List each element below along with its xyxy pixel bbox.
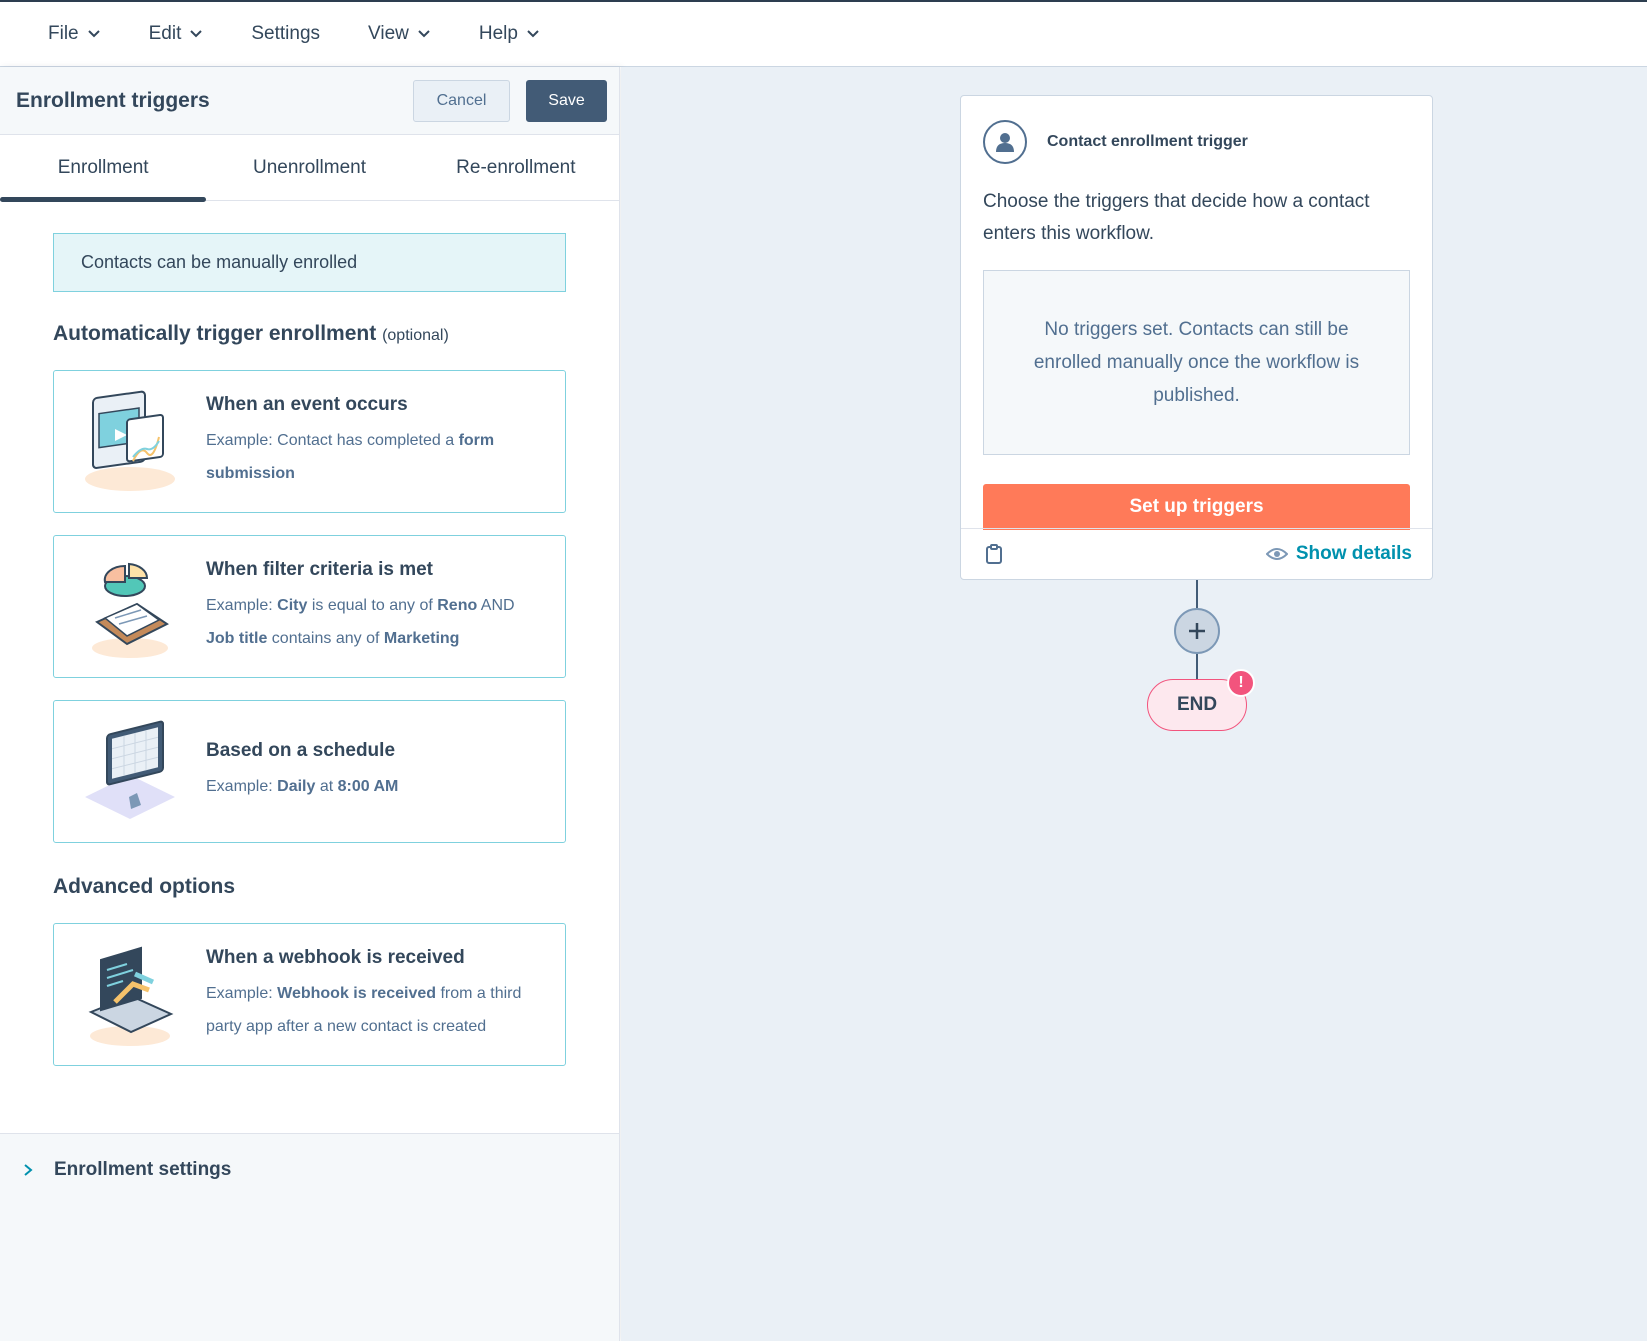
enrollment-settings-label: Enrollment settings <box>54 1159 232 1180</box>
card-title: Based on a schedule <box>206 740 396 761</box>
connector-line <box>1196 580 1198 608</box>
trigger-card-filter[interactable]: When filter criteria is met Example: Cit… <box>53 535 566 678</box>
enrollment-panel: Enrollment triggers Cancel Save Enrollme… <box>0 67 620 1341</box>
menu-settings[interactable]: Settings <box>251 23 320 45</box>
chevron-down-icon <box>527 30 539 38</box>
manual-enroll-notice: Contacts can be manually enrolled <box>53 233 566 292</box>
webhook-illustration-icon <box>54 923 206 1066</box>
no-triggers-message: No triggers set. Contacts can still be e… <box>983 270 1410 455</box>
card-description: Example: Webhook is received from a thir… <box>206 984 522 1035</box>
card-text: When a webhook is received Example: Webh… <box>206 947 565 1043</box>
trigger-card-description: Choose the triggers that decide how a co… <box>983 191 1370 244</box>
trigger-card-footer: Show details <box>961 528 1432 579</box>
filter-illustration-icon <box>54 535 206 678</box>
plus-icon <box>1189 623 1205 639</box>
enrollment-settings-section: Enrollment settings <box>0 1133 619 1341</box>
workflow-canvas: Contact enrollment trigger Choose the tr… <box>621 67 1647 1341</box>
contact-icon <box>983 120 1027 164</box>
schedule-illustration-icon <box>54 700 206 843</box>
card-text: When an event occurs Example: Contact ha… <box>206 394 565 490</box>
chevron-down-icon <box>87 30 100 38</box>
menu-file-label: File <box>48 23 79 44</box>
menu-edit-label: Edit <box>148 23 182 44</box>
show-details-link[interactable]: Show details <box>1265 543 1412 565</box>
trigger-card-title: Contact enrollment trigger <box>1047 133 1248 150</box>
save-button[interactable]: Save <box>526 79 607 122</box>
panel-header: Enrollment triggers Cancel Save <box>0 67 619 135</box>
menubar: File Edit Settings View Help <box>0 2 1647 67</box>
menu-edit[interactable]: Edit <box>149 23 204 45</box>
tab-enrollment[interactable]: Enrollment <box>0 135 207 202</box>
optional-label: (optional) <box>382 327 449 344</box>
card-description: Example: Contact has completed a form su… <box>206 431 495 482</box>
advanced-options-heading: Advanced options <box>53 875 236 898</box>
set-up-triggers-button[interactable]: Set up triggers <box>983 484 1410 530</box>
menu-file[interactable]: File <box>48 23 101 45</box>
menu-settings-label: Settings <box>251 23 321 44</box>
trigger-card-webhook[interactable]: When a webhook is received Example: Webh… <box>53 923 566 1066</box>
trigger-card-event[interactable]: When an event occurs Example: Contact ha… <box>53 370 566 513</box>
clipboard-icon[interactable] <box>985 543 1003 565</box>
chevron-down-icon <box>418 30 430 38</box>
connector-line <box>1196 654 1198 679</box>
card-title: When a webhook is received <box>206 946 465 968</box>
show-details-label: Show details <box>1295 543 1412 564</box>
trigger-card-list: When an event occurs Example: Contact ha… <box>53 370 566 843</box>
tab-unenrollment[interactable]: Unenrollment <box>206 135 412 200</box>
menu-view[interactable]: View <box>368 23 431 45</box>
enrollment-settings-toggle[interactable]: Enrollment settings <box>0 1134 619 1206</box>
chevron-right-icon <box>24 1164 33 1176</box>
card-title: When filter criteria is met <box>206 558 434 580</box>
tab-re-enrollment[interactable]: Re-enrollment <box>413 135 619 200</box>
cancel-button[interactable]: Cancel <box>413 79 510 122</box>
contact-enrollment-trigger-card[interactable]: Contact enrollment trigger Choose the tr… <box>960 95 1433 580</box>
panel-body: Contacts can be manually enrolled Automa… <box>0 201 619 1066</box>
trigger-card-header: Contact enrollment trigger <box>961 96 1432 164</box>
menu-help-label: Help <box>478 23 518 44</box>
alert-icon: ! <box>1227 669 1255 697</box>
card-text: Based on a schedule Example: Daily at 8:… <box>206 740 565 803</box>
menu-view-label: View <box>368 23 409 44</box>
card-text: When filter criteria is met Example: Cit… <box>206 559 565 655</box>
panel-title: Enrollment triggers <box>16 88 210 112</box>
tab-bar: Enrollment Unenrollment Re-enrollment <box>0 135 619 202</box>
eye-icon <box>1265 548 1288 560</box>
card-description: Example: City is equal to any of Reno AN… <box>206 596 515 647</box>
add-action-button[interactable] <box>1174 608 1220 654</box>
chevron-down-icon <box>190 30 203 38</box>
event-illustration-icon <box>54 370 206 513</box>
card-title: When an event occurs <box>206 393 408 415</box>
menu-help[interactable]: Help <box>479 23 540 45</box>
card-description: Example: Daily at 8:00 AM <box>206 778 399 795</box>
auto-trigger-heading: Automatically trigger enrollment (option… <box>53 322 566 346</box>
auto-trigger-title: Automatically trigger enrollment <box>53 322 377 345</box>
trigger-card-schedule[interactable]: Based on a schedule Example: Daily at 8:… <box>53 700 566 843</box>
